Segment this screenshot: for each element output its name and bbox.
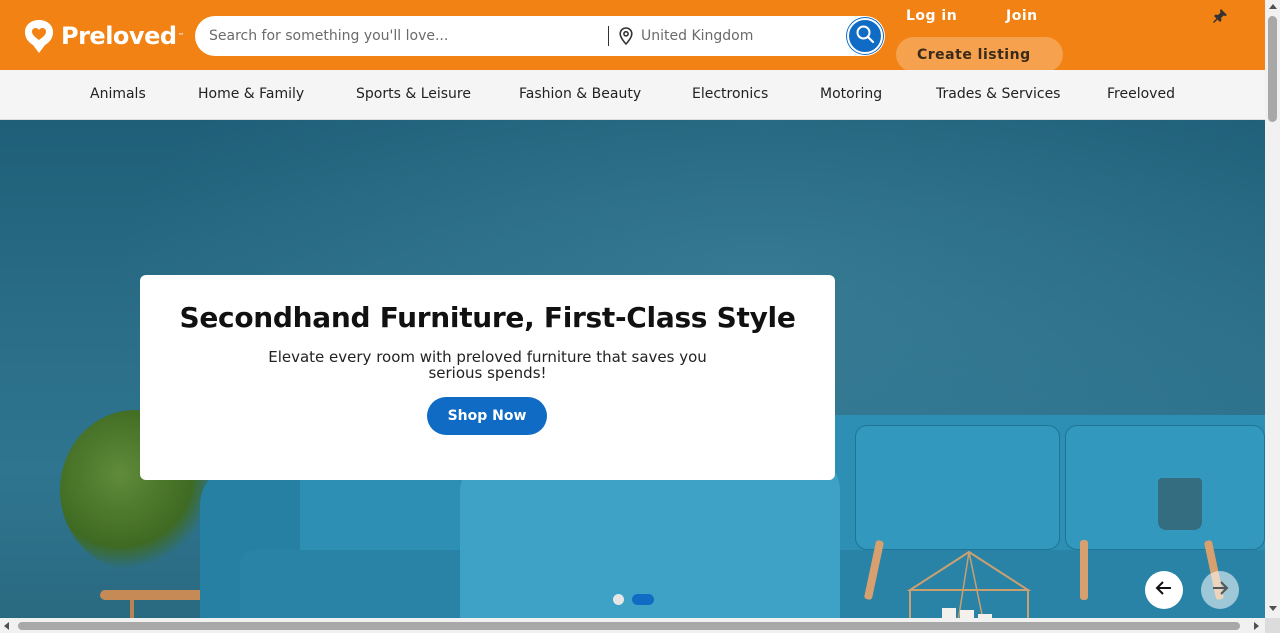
category-fashion-beauty[interactable]: Fashion & Beauty (519, 86, 641, 102)
category-home-family[interactable]: Home & Family (198, 86, 304, 102)
preloved-logo[interactable]: Preloved ™ (25, 19, 185, 53)
horizontal-scrollbar[interactable] (0, 618, 1265, 633)
join-link[interactable]: Join (1006, 8, 1038, 24)
trademark-symbol: ™ (177, 32, 185, 40)
terrarium-illustration (906, 550, 1032, 618)
logo-wordmark: Preloved (61, 22, 177, 50)
hero-title: Secondhand Furniture, First-Class Style (179, 301, 796, 334)
category-trades-services[interactable]: Trades & Services (936, 86, 1060, 102)
vertical-scroll-thumb[interactable] (1268, 16, 1277, 122)
location-pin-icon (619, 27, 633, 46)
arrow-left-icon (1155, 579, 1173, 601)
search-divider (608, 26, 609, 46)
scrollbar-corner (1265, 618, 1280, 633)
side-table-leg (130, 600, 134, 618)
search-button[interactable] (847, 18, 883, 54)
scroll-up-arrow-icon[interactable] (1269, 4, 1277, 9)
carousel-next-button[interactable] (1201, 571, 1239, 609)
scroll-down-arrow-icon[interactable] (1269, 606, 1277, 611)
category-sports-leisure[interactable]: Sports & Leisure (356, 86, 471, 102)
category-freeloved[interactable]: Freeloved (1107, 86, 1175, 102)
hero-card: Secondhand Furniture, First-Class Style … (140, 275, 835, 480)
category-nav: Animals Home & Family Sports & Leisure F… (0, 70, 1265, 120)
login-link[interactable]: Log in (906, 8, 957, 24)
carousel-dot-1[interactable] (613, 594, 624, 605)
category-electronics[interactable]: Electronics (692, 86, 768, 102)
site-header: Preloved ™ Log in Join Create listing (0, 0, 1265, 72)
location-input[interactable] (641, 16, 841, 56)
sofa-cushion (855, 425, 1060, 550)
search-icon (855, 24, 875, 48)
vertical-scrollbar[interactable] (1265, 0, 1280, 618)
mug-illustration (1158, 478, 1202, 530)
search-input[interactable] (209, 16, 599, 56)
category-animals[interactable]: Animals (90, 86, 146, 102)
heart-logo-icon (25, 20, 53, 53)
shop-now-button[interactable]: Shop Now (427, 397, 547, 435)
horizontal-scroll-thumb[interactable] (18, 622, 1240, 630)
coffee-table-leg (1080, 540, 1088, 600)
hero-banner: Secondhand Furniture, First-Class Style … (0, 120, 1265, 618)
carousel-dot-2-active[interactable] (632, 594, 654, 605)
arrow-right-icon (1211, 579, 1229, 601)
category-motoring[interactable]: Motoring (820, 86, 882, 102)
pushpin-icon[interactable] (1212, 8, 1228, 24)
carousel-prev-button[interactable] (1145, 571, 1183, 609)
hero-subtitle: Elevate every room with preloved furnitu… (268, 348, 707, 382)
create-listing-button[interactable]: Create listing (896, 37, 1063, 72)
scroll-right-arrow-icon[interactable] (1254, 622, 1259, 630)
scroll-left-arrow-icon[interactable] (4, 622, 9, 630)
search-bar (195, 16, 885, 56)
